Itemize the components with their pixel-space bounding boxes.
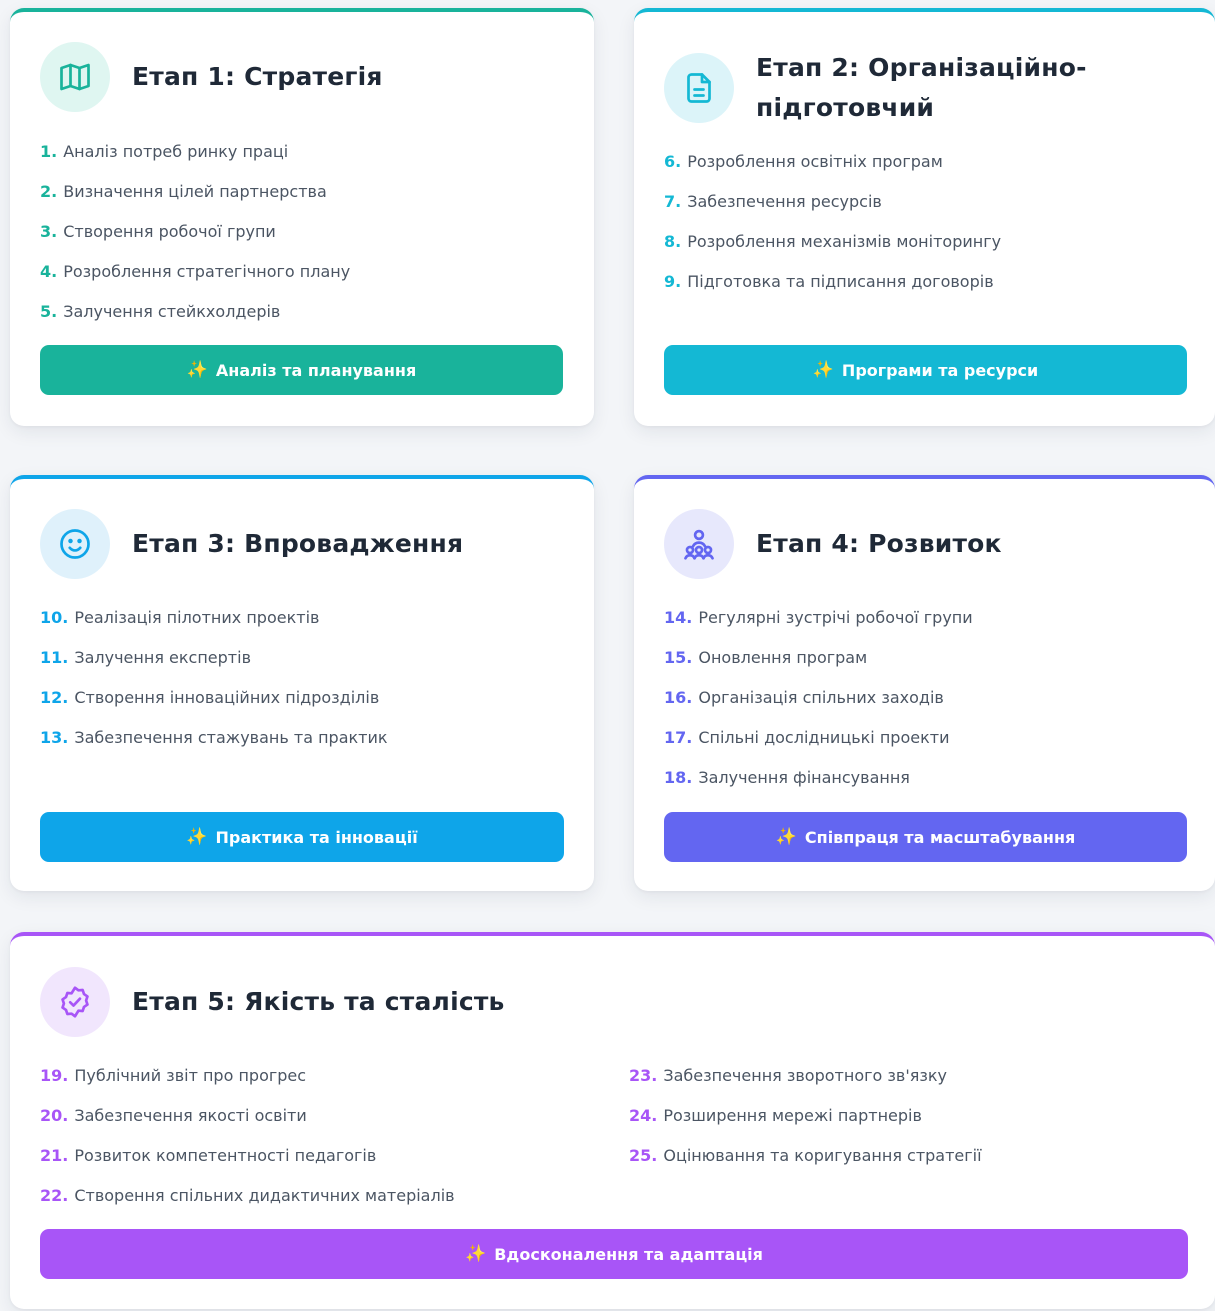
sparkle-icon: ✨ xyxy=(812,360,834,380)
list-item: 23. Забезпечення зворотного зв'язку xyxy=(629,1066,947,1085)
list-item: 20. Забезпечення якості освіти xyxy=(40,1106,307,1125)
stage-card-4: Етап 4: Розвиток 14. Регулярні зустрічі р… xyxy=(634,475,1215,891)
stage-card-2: Етап 2: Організаційно- підготовчий 6. Роз… xyxy=(634,8,1215,426)
document-icon xyxy=(664,53,734,123)
list-item: 25. Оцінювання та коригування стратегії xyxy=(629,1146,982,1165)
list-item: 4. Розроблення стратегічного плану xyxy=(40,262,351,281)
stage-card-5: Етап 5: Якість та сталість 19. Публічний … xyxy=(10,932,1215,1309)
steps-list: 10. Реалізація пілотних проектів 11. Залуч… xyxy=(40,598,388,758)
stage-title: Етап 3: Впровадження xyxy=(132,529,464,558)
stage-card-3: Етап 3: Впровадження 10. Реалізація пілот… xyxy=(10,475,594,891)
sparkle-icon: ✨ xyxy=(186,360,208,380)
steps-list-right: 23. Забезпечення зворотного зв'язку 24. Ро… xyxy=(629,1056,982,1176)
stage-header: Етап 3: Впровадження xyxy=(40,509,463,579)
map-icon xyxy=(40,42,110,112)
badge-check-icon xyxy=(40,967,110,1037)
collaboration-scaling-button[interactable]: ✨ Співпраця та масштабування xyxy=(664,812,1187,862)
list-item: 11. Залучення експертів xyxy=(40,648,251,667)
steps-list: 1. Аналіз потреб ринку праці 2. Визначення… xyxy=(40,132,350,332)
smile-icon xyxy=(40,509,110,579)
stage-title: Етап 5: Якість та сталість xyxy=(132,987,505,1016)
list-item: 6. Розроблення освітніх програм xyxy=(664,152,943,171)
steps-list: 14. Регулярні зустрічі робочої групи 15. О… xyxy=(664,598,973,798)
sparkle-icon: ✨ xyxy=(186,827,208,847)
list-item: 2. Визначення цілей партнерства xyxy=(40,182,327,201)
list-item: 3. Створення робочої групи xyxy=(40,222,276,241)
stage-header: Етап 2: Організаційно- підготовчий xyxy=(664,48,1087,128)
list-item: 18. Залучення фінансування xyxy=(664,768,910,787)
list-item: 12. Створення інноваційних підрозділів xyxy=(40,688,380,707)
stage-card-1: Етап 1: Стратегія 1. Аналіз потреб ринку … xyxy=(10,8,594,426)
list-item: 10. Реалізація пілотних проектів xyxy=(40,608,320,627)
steps-list: 6. Розроблення освітніх програм 7. Забезпе… xyxy=(664,142,1001,302)
list-item: 15. Оновлення програм xyxy=(664,648,868,667)
stage-header: Етап 1: Стратегія xyxy=(40,42,383,112)
team-icon xyxy=(664,509,734,579)
list-item: 5. Залучення стейкхолдерів xyxy=(40,302,281,321)
stage-title: Етап 1: Стратегія xyxy=(132,62,383,91)
sparkle-icon: ✨ xyxy=(465,1244,487,1264)
list-item: 1. Аналіз потреб ринку праці xyxy=(40,142,289,161)
list-item: 16. Організація спільних заходів xyxy=(664,688,944,707)
steps-list-left: 19. Публічний звіт про прогрес 20. Забезпе… xyxy=(40,1056,455,1216)
programs-resources-button[interactable]: ✨ Програми та ресурси xyxy=(664,345,1187,395)
list-item: 8. Розроблення механізмів моніторингу xyxy=(664,232,1002,251)
stage-title: Етап 4: Розвиток xyxy=(756,529,1002,558)
list-item: 24. Розширення мережі партнерів xyxy=(629,1106,922,1125)
list-item: 7. Забезпечення ресурсів xyxy=(664,192,882,211)
improvement-adaptation-button[interactable]: ✨ Вдосконалення та адаптація xyxy=(40,1229,1188,1279)
sparkle-icon: ✨ xyxy=(775,827,797,847)
analysis-planning-button[interactable]: ✨ Аналіз та планування xyxy=(40,345,563,395)
list-item: 21. Розвиток компетентності педагогів xyxy=(40,1146,377,1165)
list-item: 22. Створення спільних дидактичних матері… xyxy=(40,1186,455,1205)
list-item: 19. Публічний звіт про прогрес xyxy=(40,1066,307,1085)
list-item: 9. Підготовка та підписання договорів xyxy=(664,272,994,291)
list-item: 17. Спільні дослідницькі проекти xyxy=(664,728,950,747)
stage-header: Етап 4: Розвиток xyxy=(664,509,1002,579)
stage-header: Етап 5: Якість та сталість xyxy=(40,967,505,1037)
list-item: 14. Регулярні зустрічі робочої групи xyxy=(664,608,973,627)
stage-title: Етап 2: Організаційно- підготовчий xyxy=(756,53,1087,122)
practice-innovation-button[interactable]: ✨ Практика та інновації xyxy=(40,812,564,862)
list-item: 13. Забезпечення стажувань та практик xyxy=(40,728,388,747)
